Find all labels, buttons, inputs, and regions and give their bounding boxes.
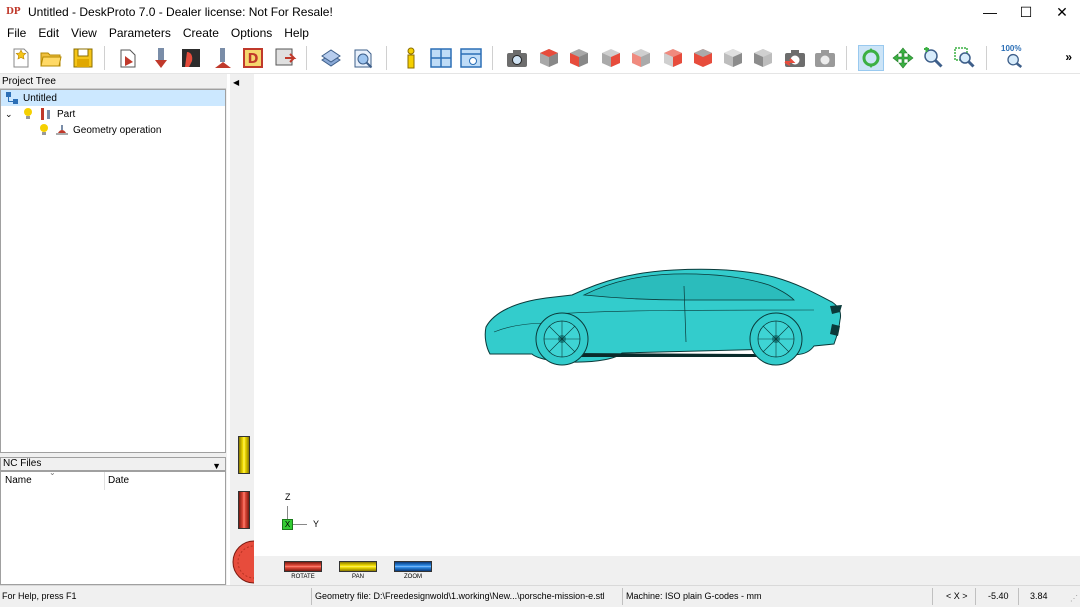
front-wheel	[535, 312, 589, 366]
axis-x-marker: X	[282, 519, 293, 530]
axis-y-line	[293, 524, 307, 525]
save-project-icon[interactable]	[70, 45, 96, 71]
menu-edit[interactable]: Edit	[32, 24, 65, 42]
status-bar: For Help, press F1 Geometry file: D:\Fre…	[0, 585, 1080, 607]
rotate-horizontal-dial[interactable]	[284, 561, 322, 572]
pan-horizontal-dial[interactable]	[339, 561, 377, 572]
view-back-icon[interactable]	[660, 45, 686, 71]
view-front-icon[interactable]	[566, 45, 592, 71]
preview-icon[interactable]	[350, 45, 376, 71]
status-coord-2: 3.84	[1030, 591, 1048, 601]
toolbar: D 100% »	[0, 42, 1080, 74]
toolpath-icon[interactable]	[148, 45, 174, 71]
zoom-horizontal-dial[interactable]	[394, 561, 432, 572]
design-icon[interactable]: D	[240, 45, 266, 71]
view-bottom-icon[interactable]	[690, 45, 716, 71]
tree-item-geometry-operation[interactable]: Geometry operation	[37, 122, 161, 138]
screenshot-icon[interactable]	[504, 45, 530, 71]
axis-z-line	[287, 506, 288, 520]
zoom-vertical-dial[interactable]	[238, 491, 250, 529]
cutter-icon[interactable]	[210, 45, 236, 71]
menu-parameters[interactable]: Parameters	[103, 24, 177, 42]
sort-indicator-icon: ⌄	[49, 468, 56, 477]
nc-files-header[interactable]: NC Files ▼	[0, 457, 226, 471]
dial-bar: ROTATE PAN ZOOM	[254, 556, 1080, 585]
project-tree: Untitled ⌄ Part Geometry operation	[0, 89, 226, 453]
status-coord-1: -5.40	[988, 591, 1009, 601]
export-icon[interactable]	[272, 45, 298, 71]
material-icon[interactable]	[178, 45, 204, 71]
status-axis-pair: < X >	[946, 591, 968, 601]
left-panel: Project Tree Untitled ⌄ Part Geometry op…	[0, 74, 227, 585]
status-help: For Help, press F1	[2, 591, 77, 601]
menu-bar: File Edit View Parameters Create Options…	[0, 24, 1080, 42]
column-divider[interactable]	[104, 472, 105, 490]
info-icon[interactable]	[398, 45, 424, 71]
car-model	[484, 268, 842, 366]
render-icon[interactable]	[782, 45, 808, 71]
view-iso2-icon[interactable]	[750, 45, 776, 71]
3d-viewport[interactable]: Z X Y	[254, 74, 1080, 556]
render-refresh-icon[interactable]	[812, 45, 838, 71]
nc-files-title: NC Files	[3, 458, 42, 469]
zoom-label: ZOOM	[404, 574, 422, 580]
menu-view[interactable]: View	[65, 24, 103, 42]
status-geometry-file: Geometry file: D:\Freedesignwold\1.worki…	[315, 591, 605, 601]
view-top-icon[interactable]	[536, 45, 562, 71]
geometry-icon[interactable]	[116, 45, 142, 71]
chevron-down-icon[interactable]: ⌄	[5, 109, 17, 120]
tree-item-label: Geometry operation	[73, 124, 162, 136]
view-left-icon[interactable]	[628, 45, 654, 71]
resize-grip-icon[interactable]: ⋰	[1070, 594, 1078, 603]
rotate-mode-icon[interactable]	[858, 45, 884, 71]
maximize-button[interactable]: ☐	[1008, 0, 1044, 24]
zoom-mode-icon[interactable]	[920, 45, 946, 71]
window-split-icon[interactable]	[428, 45, 454, 71]
lightbulb-icon[interactable]	[21, 107, 35, 121]
status-machine: Machine: ISO plain G-codes - mm	[626, 591, 762, 601]
menu-create[interactable]: Create	[177, 24, 225, 42]
collapse-panel-icon[interactable]: ◀	[233, 78, 239, 87]
lightbulb-icon[interactable]	[37, 123, 51, 137]
axis-y-label: Y	[313, 519, 320, 529]
tree-item-untitled[interactable]: Untitled	[1, 90, 225, 106]
title-bar: DP Untitled - DeskProto 7.0 - Dealer lic…	[0, 0, 1080, 24]
nc-files-list: Name ⌄ Date	[0, 468, 226, 585]
zoom-100-label: 100%	[1001, 44, 1022, 53]
rear-wheel	[749, 312, 803, 366]
close-button[interactable]: ✕	[1044, 0, 1080, 24]
column-header-date[interactable]: Date	[108, 475, 129, 486]
zoom-window-icon[interactable]	[952, 45, 978, 71]
pan-mode-icon[interactable]	[890, 45, 916, 71]
view-right-icon[interactable]	[598, 45, 624, 71]
toolbar-overflow-button[interactable]: »	[1065, 50, 1072, 64]
view-iso-icon[interactable]	[720, 45, 746, 71]
window-title: Untitled - DeskProto 7.0 - Dealer licens…	[28, 5, 333, 19]
window-view-icon[interactable]	[458, 45, 484, 71]
project-icon	[5, 91, 19, 105]
project-tree-header: Project Tree	[0, 75, 226, 89]
minimize-button[interactable]: —	[972, 0, 1008, 24]
tree-item-part[interactable]: ⌄ Part	[5, 106, 75, 122]
open-project-icon[interactable]	[38, 45, 64, 71]
menu-file[interactable]: File	[1, 24, 32, 42]
new-project-icon[interactable]	[8, 45, 34, 71]
pan-vertical-dial[interactable]	[238, 436, 250, 474]
tree-item-label: Untitled	[23, 92, 57, 104]
part-icon	[39, 107, 53, 121]
menu-help[interactable]: Help	[278, 24, 315, 42]
operation-icon	[55, 123, 69, 137]
axis-z-label: Z	[285, 492, 291, 502]
window-controls: — ☐ ✕	[972, 0, 1080, 24]
pan-label: PAN	[352, 574, 364, 580]
svg-text:D: D	[248, 52, 259, 67]
layer-icon[interactable]	[318, 45, 344, 71]
tree-item-label: Part	[57, 108, 76, 120]
menu-options[interactable]: Options	[225, 24, 278, 42]
rotate-label: ROTATE	[291, 574, 315, 580]
app-logo-icon: DP	[6, 7, 21, 17]
column-header-name[interactable]: Name	[5, 475, 32, 486]
